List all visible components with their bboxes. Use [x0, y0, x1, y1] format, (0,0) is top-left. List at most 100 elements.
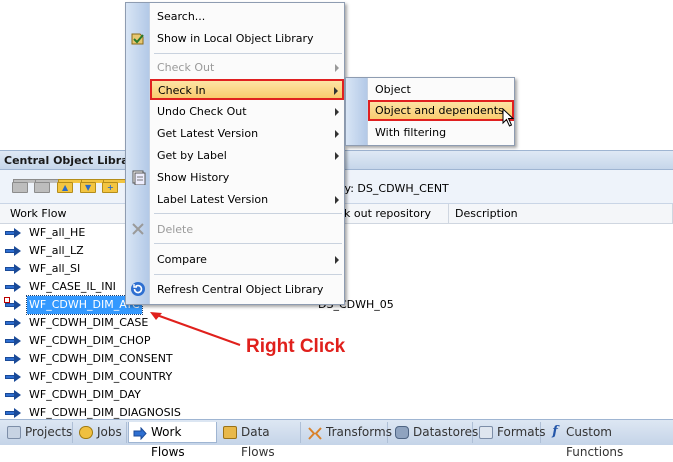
row-name: WF_CDWH_DIM_CHOP — [29, 334, 151, 347]
work-flow-icon — [5, 318, 21, 328]
menu-item-label-latest-version[interactable]: Label Latest Version — [150, 189, 344, 210]
context-menu: Search... Show in Local Object Library C… — [125, 2, 345, 305]
menu-item-show-in-local-object-library[interactable]: Show in Local Object Library — [150, 28, 344, 49]
menu-gutter — [126, 3, 150, 304]
toolbar-label-icon[interactable]: + — [102, 179, 132, 193]
menu-label: Show History — [157, 171, 230, 184]
tab-transforms[interactable]: Transforms — [304, 422, 392, 443]
tab-custom-functions[interactable]: f Custom Functions — [544, 422, 670, 459]
table-row[interactable]: WF_CDWH_DIM_CASE — [0, 314, 673, 332]
row-name: WF_CDWH_DIM_CASE — [29, 316, 149, 329]
work-flow-icon — [5, 264, 21, 274]
menu-item-check-in[interactable]: Check In — [150, 79, 344, 100]
work-flow-icon — [5, 390, 21, 400]
column-header-checkout-repository[interactable]: k out repository — [344, 204, 449, 224]
submenu-gutter — [346, 78, 368, 145]
submenu-label: With filtering — [375, 126, 447, 139]
submenu-item-object-and-dependents[interactable]: Object and dependents — [368, 100, 514, 121]
menu-label: Undo Check Out — [157, 105, 247, 118]
submenu-label: Object — [375, 83, 411, 96]
menu-label: Check Out — [157, 61, 215, 74]
menu-item-search[interactable]: Search... — [150, 6, 344, 27]
menu-separator — [154, 243, 342, 244]
submenu-arrow-icon — [335, 64, 339, 72]
menu-item-get-latest-version[interactable]: Get Latest Version — [150, 123, 344, 144]
projects-icon — [7, 426, 21, 439]
menu-separator — [154, 213, 342, 214]
menu-separator — [154, 274, 342, 275]
menu-item-compare[interactable]: Compare — [150, 249, 344, 270]
table-row[interactable]: WF_CDWH_DIM_COUNTRY — [0, 368, 673, 386]
tab-formats[interactable]: Formats — [475, 422, 546, 443]
submenu-item-object[interactable]: Object — [368, 79, 514, 100]
work-flow-icon — [5, 282, 21, 292]
menu-label: Label Latest Version — [157, 193, 269, 206]
menu-item-show-history[interactable]: Show History — [150, 167, 344, 188]
tab-label: Projects — [25, 425, 73, 439]
show-local-icon — [130, 30, 146, 46]
work-flow-icon — [5, 228, 21, 238]
row-name: WF_CDWH_DIM_DAY — [29, 388, 141, 401]
history-icon — [130, 169, 146, 186]
tab-label: Work Flows — [151, 425, 185, 459]
tab-jobs[interactable]: Jobs — [75, 422, 127, 443]
mouse-pointer-icon — [502, 108, 515, 127]
formats-icon — [479, 426, 493, 439]
toolbar-get-latest-icon[interactable]: ▼ — [80, 179, 110, 193]
tab-datastores[interactable]: Datastores — [391, 422, 478, 443]
check-in-submenu: Object Object and dependents With filter… — [345, 77, 515, 146]
row-name: WF_all_SI — [29, 262, 81, 275]
submenu-arrow-icon — [335, 130, 339, 138]
delete-icon — [130, 221, 146, 237]
custom-functions-icon: f — [552, 424, 558, 439]
menu-label: Compare — [157, 253, 207, 266]
menu-item-delete[interactable]: Delete — [150, 219, 344, 240]
tab-data-flows[interactable]: Data Flows — [219, 422, 301, 459]
row-name: WF_all_LZ — [29, 244, 84, 257]
menu-label: Delete — [157, 223, 194, 236]
data-flows-icon — [223, 426, 237, 439]
tab-label: Custom Functions — [566, 425, 624, 459]
annotation-arrow — [150, 312, 241, 346]
tab-work-flows[interactable]: Work Flows — [128, 422, 217, 459]
checked-out-work-flow-icon — [4, 297, 21, 310]
submenu-arrow-icon — [335, 256, 339, 264]
submenu-arrow-icon — [335, 196, 339, 204]
column-header-description[interactable]: Description — [449, 204, 673, 224]
repository-label: ry: DS_CDWH_CENT — [340, 182, 449, 195]
annotation-right-click: Right Click — [246, 336, 346, 357]
submenu-arrow-icon — [335, 108, 339, 116]
menu-item-undo-check-out[interactable]: Undo Check Out — [150, 101, 344, 122]
menu-item-check-out[interactable]: Check Out — [150, 57, 344, 78]
work-flows-icon — [133, 426, 147, 441]
object-library-tab-bar: Projects Jobs Work Flows Data Flows Tran… — [0, 419, 673, 459]
menu-item-refresh-central-object-library[interactable]: Refresh Central Object Library — [150, 279, 344, 300]
transforms-icon — [308, 426, 322, 440]
row-name: WF_CDWH_DIM_CONSENT — [29, 352, 173, 365]
tab-label: Data Flows — [241, 425, 275, 459]
tab-label: Datastores — [413, 425, 479, 439]
work-flow-icon — [5, 336, 21, 346]
table-row[interactable]: WF_CDWH_DIM_DAY — [0, 386, 673, 404]
menu-label: Refresh Central Object Library — [157, 283, 324, 296]
tab-projects[interactable]: Projects — [3, 422, 73, 443]
row-name: WF_all_HE — [29, 226, 86, 239]
toolbar-check-in-icon[interactable]: ▲ — [57, 179, 87, 193]
submenu-item-with-filtering[interactable]: With filtering — [368, 122, 514, 143]
refresh-icon — [130, 281, 146, 297]
menu-label: Get Latest Version — [157, 127, 259, 140]
menu-item-get-by-label[interactable]: Get by Label — [150, 145, 344, 166]
row-name: WF_CDWH_DIM_COUNTRY — [29, 370, 173, 383]
row-name: WF_CASE_IL_INI — [29, 280, 116, 293]
work-flow-icon — [5, 372, 21, 382]
jobs-icon — [79, 426, 93, 439]
menu-label: Show in Local Object Library — [157, 32, 314, 45]
toolbar-check-out-icon[interactable] — [12, 179, 42, 193]
menu-label: Get by Label — [157, 149, 227, 162]
work-flow-icon — [5, 408, 21, 418]
work-flow-icon — [5, 246, 21, 256]
menu-separator — [154, 53, 342, 54]
tab-label: Transforms — [326, 425, 392, 439]
submenu-arrow-icon — [335, 152, 339, 160]
toolbar-undo-check-out-icon[interactable] — [34, 179, 64, 193]
